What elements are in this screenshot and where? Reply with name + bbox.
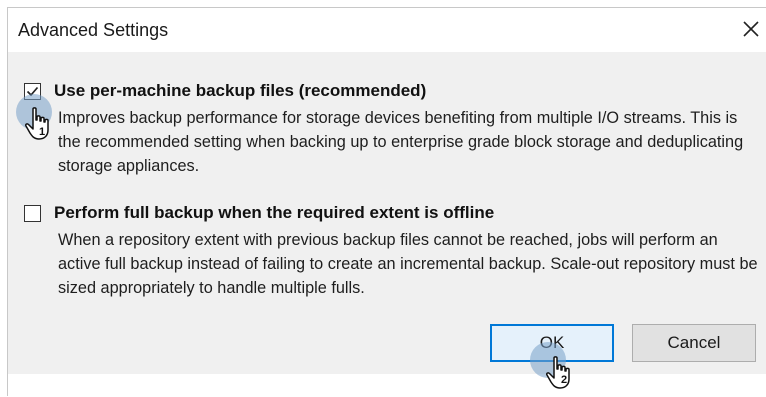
per-machine-backup-description: Improves backup performance for storage … bbox=[58, 109, 744, 175]
dialog-body: Use per-machine backup files (recommende… bbox=[8, 52, 766, 374]
dialog-footer bbox=[8, 374, 766, 397]
full-backup-offline-description: When a repository extent with previous b… bbox=[58, 231, 758, 297]
hand-cursor-icon bbox=[25, 107, 49, 140]
cancel-button[interactable]: Cancel bbox=[632, 324, 756, 362]
hand-cursor-icon bbox=[546, 356, 570, 389]
full-backup-offline-label[interactable]: Perform full backup when the required ex… bbox=[54, 203, 494, 223]
title-bar: Advanced Settings bbox=[8, 8, 766, 52]
full-backup-offline-checkbox[interactable] bbox=[24, 204, 41, 222]
per-machine-backup-label[interactable]: Use per-machine backup files (recommende… bbox=[54, 81, 426, 101]
step-marker-1: 1 bbox=[39, 126, 46, 138]
dialog-title: Advanced Settings bbox=[18, 20, 169, 40]
option-per-machine-backup: Use per-machine backup files (recommende… bbox=[24, 80, 754, 178]
step-marker-2: 2 bbox=[561, 374, 568, 386]
close-icon[interactable] bbox=[736, 14, 766, 44]
option-full-backup-offline: Perform full backup when the required ex… bbox=[24, 202, 758, 300]
advanced-settings-dialog: Advanced Settings Use per-machine backup… bbox=[7, 7, 766, 397]
